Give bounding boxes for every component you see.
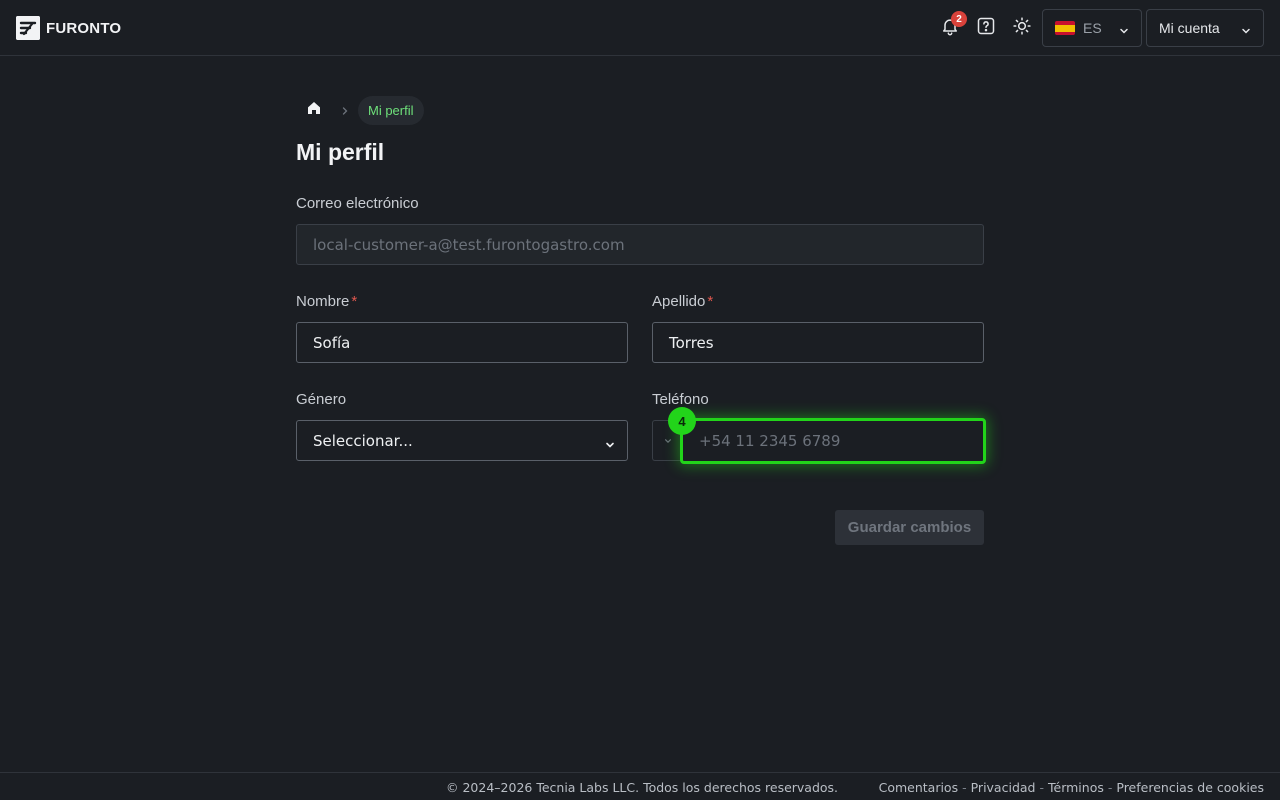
email-field: local-customer-a@test.furontogastro.com — [296, 224, 984, 265]
notification-count-badge: 2 — [951, 11, 967, 27]
theme-toggle-button[interactable] — [1008, 14, 1036, 42]
breadcrumb-current: Mi perfil — [358, 96, 424, 125]
footer-link-cookies[interactable]: Preferencias de cookies — [1116, 780, 1264, 795]
help-icon — [976, 16, 996, 41]
footer: © 2024–2026 Tecnia Labs LLC. Todos los d… — [0, 772, 1280, 800]
last-name-input[interactable]: Torres — [652, 322, 984, 363]
footer-separator: - — [962, 780, 967, 795]
footer-links: Comentarios - Privacidad - Términos - Pr… — [879, 780, 1264, 795]
logo-icon — [16, 16, 40, 40]
account-label: Mi cuenta — [1159, 20, 1220, 36]
sun-icon — [1012, 16, 1032, 41]
brand-logo[interactable]: FURONTO — [16, 16, 121, 40]
gender-select[interactable]: Seleccionar... — [296, 420, 628, 461]
help-button[interactable] — [972, 14, 1000, 42]
gender-selected-value: Seleccionar... — [313, 431, 413, 450]
step-marker-badge: 4 — [668, 407, 696, 435]
top-header: FURONTO 2 ES Mi cuenta — [0, 0, 1280, 56]
spain-flag-icon — [1055, 21, 1075, 35]
last-name-label: Apellido * — [652, 293, 713, 310]
required-mark: * — [707, 293, 714, 310]
save-changes-button[interactable]: Guardar cambios — [835, 510, 984, 545]
footer-separator: - — [1039, 780, 1044, 795]
chevron-down-icon — [664, 432, 672, 450]
last-name-label-text: Apellido — [652, 293, 706, 310]
footer-link-privacy[interactable]: Privacidad — [971, 780, 1036, 795]
gender-label: Género — [296, 391, 347, 408]
copyright-text: © 2024–2026 Tecnia Labs LLC. Todos los d… — [446, 780, 839, 795]
breadcrumb: Mi perfil — [296, 96, 424, 125]
chevron-down-icon — [605, 436, 615, 454]
language-selector[interactable]: ES — [1042, 9, 1142, 47]
brand-name: FURONTO — [46, 19, 122, 37]
required-mark: * — [351, 293, 358, 310]
account-menu-button[interactable]: Mi cuenta — [1146, 9, 1264, 47]
footer-link-terms[interactable]: Términos — [1048, 780, 1104, 795]
chevron-right-icon — [332, 106, 358, 116]
phone-input[interactable]: +54 11 2345 6789 — [680, 418, 986, 464]
footer-link-feedback[interactable]: Comentarios — [879, 780, 959, 795]
email-label: Correo electrónico — [296, 195, 419, 212]
page-title: Mi perfil — [296, 139, 385, 165]
home-icon — [306, 100, 322, 121]
chevron-down-icon — [1241, 23, 1251, 39]
notifications-button[interactable]: 2 — [936, 11, 967, 42]
first-name-label-text: Nombre — [296, 293, 350, 310]
first-name-input[interactable]: Sofía — [296, 322, 628, 363]
language-code: ES — [1083, 20, 1102, 36]
chevron-down-icon — [1119, 23, 1129, 39]
footer-separator: - — [1107, 780, 1113, 795]
phone-label: Teléfono — [652, 391, 709, 408]
first-name-label: Nombre * — [296, 293, 357, 310]
breadcrumb-home[interactable] — [296, 96, 332, 125]
